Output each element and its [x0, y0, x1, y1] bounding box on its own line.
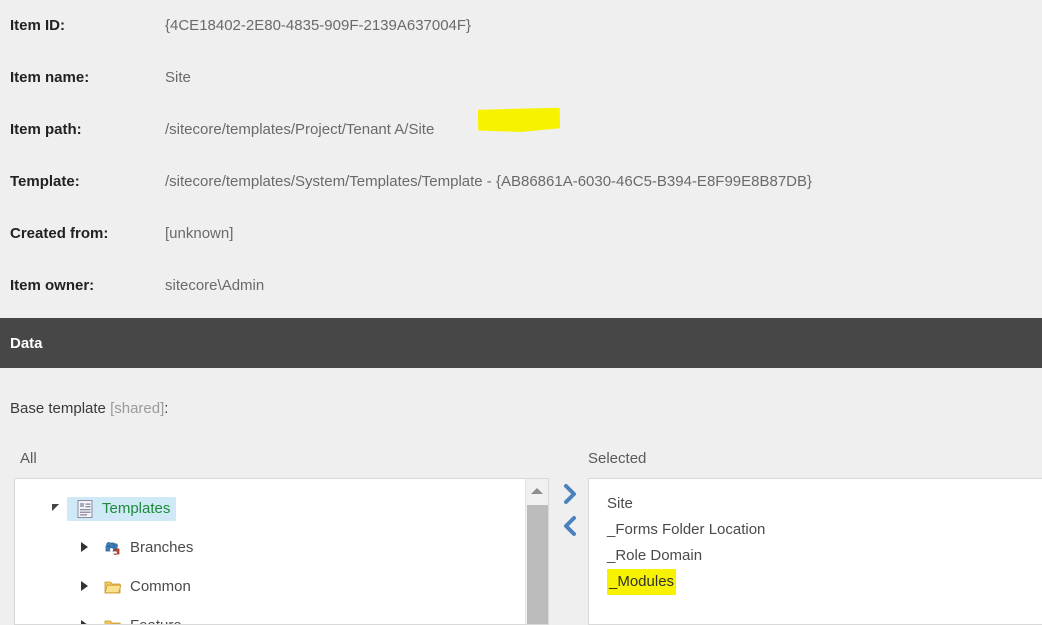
tree-node-common[interactable]: Common	[15, 567, 525, 606]
field-value-item-id: {4CE18402-2E80-4835-909F-2139A637004F}	[165, 17, 472, 34]
move-left-button[interactable]	[558, 514, 582, 538]
transfer-buttons	[556, 482, 584, 538]
all-templates-tree-panel[interactable]: Templates Branches Common	[14, 478, 549, 625]
field-row-item-id: Item ID: {4CE18402-2E80-4835-909F-2139A6…	[0, 0, 1042, 52]
list-item[interactable]: _Forms Folder Location	[607, 517, 1042, 543]
branch-puzzle-icon	[103, 538, 123, 558]
column-header-selected: Selected	[588, 450, 647, 467]
field-value-item-path: /sitecore/templates/Project/Tenant A/Sit…	[165, 121, 435, 138]
tree-scrollbar[interactable]	[525, 479, 548, 624]
section-header-data: Data	[0, 318, 1042, 368]
field-label-created-from: Created from:	[10, 225, 109, 242]
base-template-colon: :	[164, 400, 169, 417]
item-info-fields: Item ID: {4CE18402-2E80-4835-909F-2139A6…	[0, 0, 1042, 312]
field-label-item-path: Item path:	[10, 121, 82, 138]
list-item[interactable]: Site	[607, 491, 1042, 517]
base-template-shared-tag: [shared]	[110, 400, 165, 417]
selected-item-label: _Forms Folder Location	[607, 521, 766, 538]
template-icon	[75, 499, 95, 519]
selected-item-label-modules: _Modules	[607, 569, 677, 595]
column-header-all: All	[20, 450, 37, 467]
chevron-down-icon[interactable]	[49, 500, 67, 518]
base-template-label: Base template [shared]:	[10, 400, 168, 417]
field-label-item-id: Item ID:	[10, 17, 66, 34]
field-label-template: Template:	[10, 173, 80, 190]
selected-item-label: _Role Domain	[607, 547, 703, 564]
scroll-up-arrow-icon[interactable]	[526, 479, 548, 502]
tree-node-templates[interactable]: Templates	[15, 489, 525, 528]
tree-node-branches[interactable]: Branches	[15, 528, 525, 567]
field-row-item-owner: Item owner: sitecore\Admin	[0, 260, 1042, 312]
section-header-title: Data	[10, 334, 43, 352]
chevron-right-icon[interactable]	[77, 539, 95, 557]
list-item[interactable]: _Role Domain	[607, 543, 1042, 569]
field-row-created-from: Created from: [unknown]	[0, 208, 1042, 260]
selected-item-label: Site	[607, 495, 633, 512]
tree-node-label: Common	[130, 578, 191, 595]
selected-templates-panel[interactable]: Site _Forms Folder Location _Role Domain…	[588, 478, 1042, 625]
move-right-button[interactable]	[558, 482, 582, 506]
field-row-template: Template: /sitecore/templates/System/Tem…	[0, 156, 1042, 208]
list-item[interactable]: _Modules	[607, 569, 1042, 595]
folder-icon	[103, 577, 123, 597]
base-template-label-text: Base template	[10, 400, 106, 417]
scrollbar-thumb[interactable]	[527, 505, 548, 624]
tree-node-feature[interactable]: Feature	[15, 606, 525, 624]
field-row-item-name: Item name: Site	[0, 52, 1042, 104]
field-value-created-from: [unknown]	[165, 225, 234, 242]
field-value-item-name: Site	[165, 69, 191, 86]
field-value-template: /sitecore/templates/System/Templates/Tem…	[165, 173, 813, 190]
folder-icon	[103, 616, 123, 624]
highlight-marker-item-path	[478, 108, 560, 133]
tree-content[interactable]: Templates Branches Common	[15, 479, 525, 624]
chevron-right-icon[interactable]	[77, 617, 95, 624]
field-value-item-owner: sitecore\Admin	[165, 277, 265, 294]
tree-node-label: Branches	[130, 539, 194, 556]
field-label-item-owner: Item owner:	[10, 277, 95, 294]
tree-node-label: Feature	[130, 617, 182, 624]
field-label-item-name: Item name:	[10, 69, 90, 86]
chevron-right-icon[interactable]	[77, 578, 95, 596]
tree-node-label: Templates	[102, 500, 171, 517]
